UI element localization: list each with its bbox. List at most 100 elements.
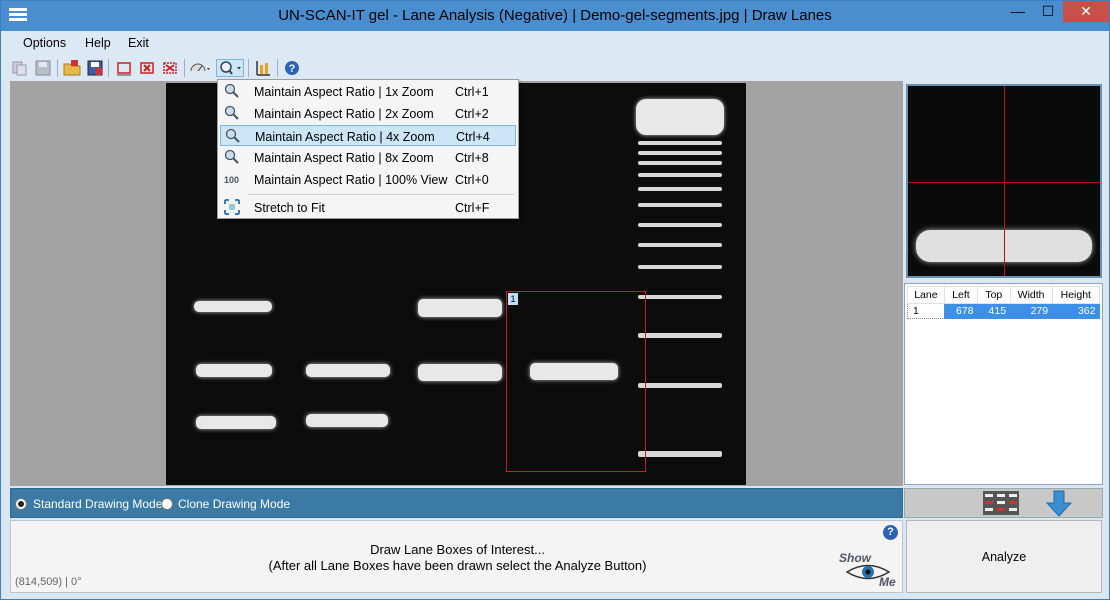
standard-mode-radio[interactable] (15, 498, 27, 510)
zoom-preview (906, 84, 1102, 278)
gel-band (306, 414, 388, 427)
menu-item-zoom-1x[interactable]: Maintain Aspect Ratio | 1x Zoom Ctrl+1 (220, 81, 516, 102)
crosshair-vertical (1004, 86, 1005, 276)
column-header-lane[interactable]: Lane (907, 286, 945, 304)
minimize-button[interactable]: — (1003, 1, 1033, 22)
ladder-band (638, 203, 722, 207)
ladder-band (638, 187, 722, 191)
lane-grid-icon[interactable] (983, 491, 1019, 515)
toolbar-separator (57, 59, 58, 77)
zoom-8x-icon (224, 149, 240, 165)
instruction-subtext: (After all Lane Boxes have been drawn se… (268, 558, 647, 573)
align-icon[interactable] (254, 59, 272, 77)
gel-band (194, 301, 272, 312)
help-icon[interactable]: ? (283, 59, 301, 77)
title-bar: UN-SCAN-IT gel - Lane Analysis (Negative… (1, 1, 1109, 31)
lane-tools-panel (904, 488, 1103, 518)
app-window: UN-SCAN-IT gel - Lane Analysis (Negative… (0, 0, 1110, 600)
analyze-label: Analyze (981, 550, 1027, 564)
maximize-button[interactable]: ☐ (1033, 1, 1063, 22)
toolbar-separator (184, 59, 185, 77)
ladder-top-band (636, 99, 724, 135)
instruction-text: Draw Lane Boxes of Interest... (370, 542, 545, 557)
lane-box-number: 1 (508, 293, 518, 305)
window-title: UN-SCAN-IT gel - Lane Analysis (Negative… (278, 7, 832, 24)
view-icon[interactable] (189, 59, 213, 77)
ladder-band (638, 173, 722, 177)
toolbar-separator (277, 59, 278, 77)
cell-left[interactable]: 678 (944, 303, 978, 319)
menu-item-zoom-100[interactable]: 100 Maintain Aspect Ratio | 100% View Ct… (220, 169, 516, 190)
ladder-band (638, 223, 722, 227)
cursor-coordinates: (814,509) | 0° (15, 576, 82, 588)
gel-band (306, 364, 390, 377)
ladder-band (638, 243, 722, 247)
stretch-icon (224, 199, 240, 215)
zoom-icon[interactable] (216, 59, 244, 77)
help-icon[interactable]: ? (883, 525, 898, 540)
table-header-row: Lane Left Top Width Height (907, 286, 1101, 304)
open-folder-icon[interactable] (63, 59, 81, 77)
column-header-top[interactable]: Top (977, 286, 1011, 304)
menu-separator (248, 194, 514, 195)
ladder-band (638, 383, 722, 388)
close-button[interactable]: ✕ (1063, 1, 1109, 22)
column-header-height[interactable]: Height (1051, 286, 1101, 304)
zoom-2x-icon (224, 105, 240, 121)
show-me-button[interactable]: Show Me (837, 551, 899, 591)
standard-mode-label[interactable]: Standard Drawing Mode (33, 497, 162, 511)
lanes-table-panel: Lane Left Top Width Height 1 678 415 279… (904, 283, 1103, 485)
svg-text:100: 100 (224, 175, 239, 185)
lane-box[interactable] (506, 291, 646, 472)
toolbar: ? (1, 55, 1109, 81)
ladder-band (638, 151, 722, 155)
svg-text:?: ? (289, 63, 296, 75)
ladder-band (638, 295, 722, 299)
zoom-dropdown-menu: Maintain Aspect Ratio | 1x Zoom Ctrl+1 M… (217, 79, 519, 219)
menu-item-zoom-4x[interactable]: Maintain Aspect Ratio | 4x Zoom Ctrl+4 (220, 125, 516, 146)
lanes-table: Lane Left Top Width Height 1 678 415 279… (907, 286, 1101, 319)
menu-options[interactable]: Options (23, 36, 66, 50)
save-icon[interactable] (86, 59, 104, 77)
zoom-4x-icon (225, 128, 241, 144)
toolbar-separator (248, 59, 249, 77)
menu-item-stretch-to-fit[interactable]: Stretch to Fit Ctrl+F (220, 197, 516, 218)
column-header-width[interactable]: Width (1009, 286, 1053, 304)
menu-bar: Options Help Exit (1, 31, 1109, 55)
ladder-band (638, 451, 722, 457)
eye-icon (845, 564, 891, 580)
menu-exit[interactable]: Exit (128, 36, 149, 50)
toolbar-separator (108, 59, 109, 77)
gel-band (196, 364, 272, 377)
drawing-mode-bar: Standard Drawing Mode Clone Drawing Mode (10, 488, 903, 518)
gel-band (418, 299, 502, 317)
column-header-left[interactable]: Left (943, 286, 979, 304)
table-row[interactable]: 1 678 415 279 362 (907, 303, 1100, 319)
zoom-100-icon: 100 (224, 171, 240, 187)
ladder-band (638, 141, 722, 145)
cell-lane[interactable]: 1 (907, 303, 945, 319)
ladder-band (638, 161, 722, 165)
delete-all-icon[interactable] (138, 59, 156, 77)
cell-height[interactable]: 362 (1052, 303, 1100, 319)
gel-band (418, 364, 502, 381)
delete-lane-icon[interactable] (115, 59, 133, 77)
ladder-band (638, 333, 722, 338)
zoom-1x-icon (224, 83, 240, 99)
clone-mode-label[interactable]: Clone Drawing Mode (178, 497, 290, 511)
cell-top[interactable]: 415 (977, 303, 1011, 319)
copy-icon[interactable] (11, 59, 29, 77)
down-arrow-icon[interactable] (1045, 490, 1073, 517)
ladder-band (638, 265, 722, 269)
menu-help[interactable]: Help (85, 36, 111, 50)
menu-item-zoom-2x[interactable]: Maintain Aspect Ratio | 2x Zoom Ctrl+2 (220, 103, 516, 124)
crosshair-horizontal (908, 182, 1100, 183)
clone-mode-radio[interactable] (161, 498, 173, 510)
instructions-panel: Draw Lane Boxes of Interest... (After al… (10, 520, 903, 593)
analyze-button[interactable]: Analyze (906, 520, 1102, 593)
clear-icon[interactable] (161, 59, 179, 77)
save-disabled-icon[interactable] (34, 59, 52, 77)
cell-width[interactable]: 279 (1010, 303, 1053, 319)
gel-band (196, 416, 276, 429)
menu-item-zoom-8x[interactable]: Maintain Aspect Ratio | 8x Zoom Ctrl+8 (220, 147, 516, 168)
